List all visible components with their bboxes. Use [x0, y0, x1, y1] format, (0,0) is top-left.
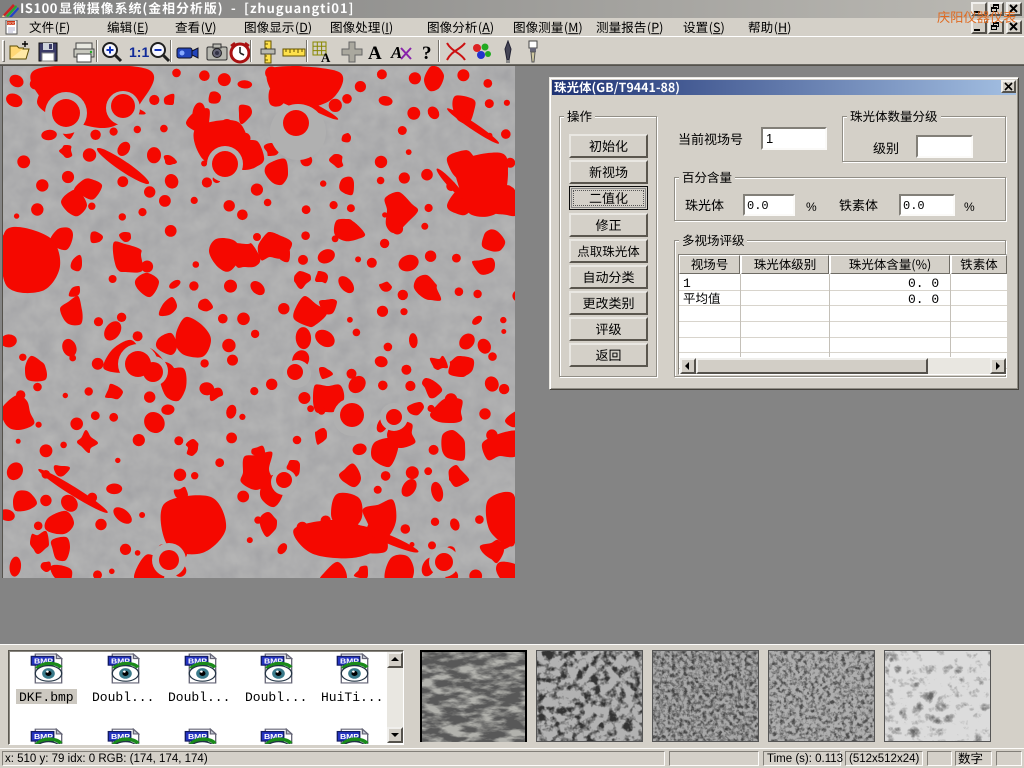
svg-text:?: ?: [422, 43, 432, 64]
svg-text:DOC: DOC: [8, 22, 16, 26]
svg-text:A: A: [321, 50, 331, 64]
svg-text:A: A: [368, 43, 382, 64]
svg-text:1:1: 1:1: [129, 44, 149, 60]
svg-text:A: A: [390, 43, 402, 62]
